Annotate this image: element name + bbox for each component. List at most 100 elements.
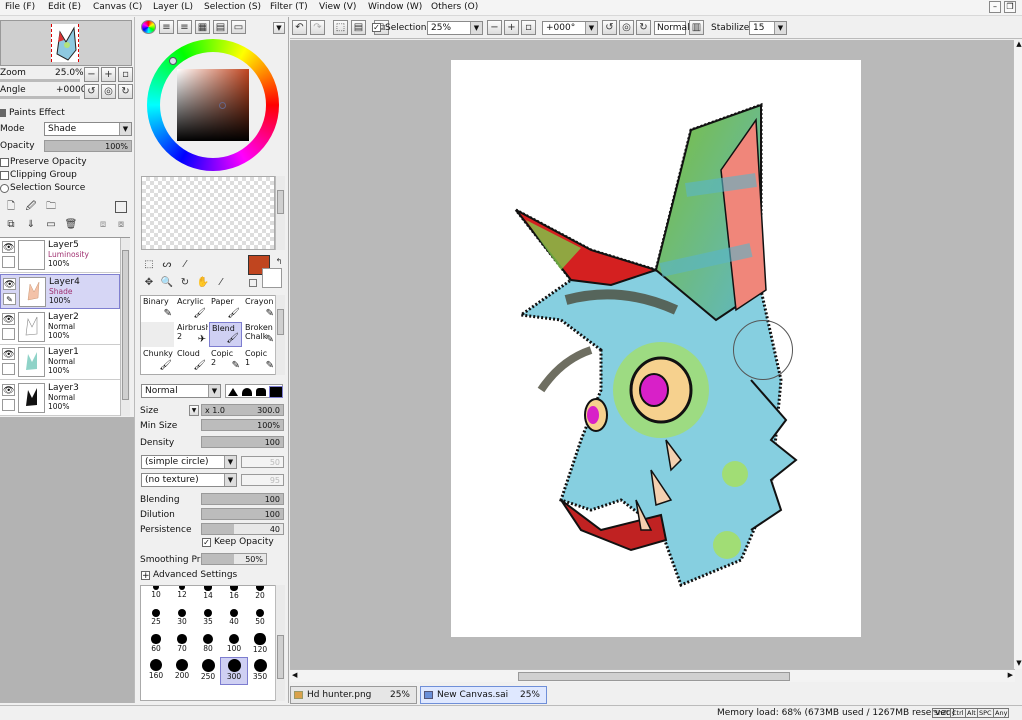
flip-canvas-icon[interactable]: ▥ [689,20,704,35]
apply-mask-icon[interactable]: ⧈ [96,218,110,232]
panel-menu-icon[interactable]: ▼ [273,22,285,34]
tab-new-canvas[interactable]: New Canvas.sai 25% [420,686,547,704]
brush-size-300[interactable]: 300 [220,657,248,685]
shape-soft-icon[interactable] [256,388,266,396]
tool-copic-1[interactable]: Copic 1 ✎ [243,348,276,373]
visibility-eye-icon[interactable]: 👁 [2,348,15,360]
swap-colors-icon[interactable]: ↰ [273,255,285,267]
brush-size-100[interactable]: 100 [221,632,247,658]
tab-hd-hunter[interactable]: Hd hunter.png 25% [290,686,417,704]
brush-size-40[interactable]: 40 [221,606,247,632]
delete-layer-icon[interactable]: 🗑 [64,218,78,232]
layer-lock-icon[interactable] [2,256,15,268]
scroll-down-icon[interactable]: ▼ [1014,659,1022,669]
toolbar-rotate-reset-icon[interactable]: ◎ [619,20,634,35]
menu-layer[interactable]: Layer (L) [153,2,193,12]
canvas-horizontal-scrollbar[interactable]: ◀ ▶ [290,669,1015,682]
scroll-right-icon[interactable]: ▶ [1008,671,1013,679]
blending-slider[interactable]: 100 [201,493,284,505]
invert-selection-icon[interactable]: ▤ [351,20,366,35]
menu-window[interactable]: Window (W) [368,2,422,12]
shape-flat-icon[interactable] [269,386,283,398]
horizontal-scroll-thumb[interactable] [518,672,790,681]
menu-selection[interactable]: Selection (S) [204,2,261,12]
rotate-left-icon[interactable]: ↺ [84,84,99,99]
hand-tool-icon[interactable]: ✋ [196,276,210,290]
menu-view[interactable]: View (V) [319,2,356,12]
advanced-settings-expand-icon[interactable]: + [141,571,150,581]
redo-icon[interactable]: ↷ [310,20,325,35]
tool-broken-chalk[interactable]: Broken Chalk ✎ [243,322,276,347]
new-folder-icon[interactable]: 🗀 [44,200,58,214]
lasso-icon[interactable]: ᔕ [160,258,174,272]
scroll-left-icon[interactable]: ◀ [292,671,297,679]
color-wheel[interactable] [147,39,279,171]
brush-size-20[interactable]: 20 [247,586,273,606]
angle-slider[interactable] [0,96,80,99]
tool-copic-2[interactable]: Copic 2 ✎ [209,348,242,373]
visibility-eye-icon[interactable]: 👁 [2,313,15,325]
brush-size-250[interactable]: 250 [195,658,221,684]
brush-size-70[interactable]: 70 [169,632,195,658]
hsv-slider-icon[interactable]: ≡ [177,20,192,34]
restore-icon[interactable]: ❐ [1004,1,1016,13]
zoom-in-icon[interactable]: + [101,67,116,82]
smoothing-slider[interactable]: 50% [201,553,267,565]
brush-size-120[interactable]: 120 [247,632,273,658]
tool-chunky[interactable]: Chunky 🖌 [141,348,174,373]
toolbar-rotate-left-icon[interactable]: ↺ [602,20,617,35]
collapse-icon[interactable] [0,109,6,117]
navigator-viewport[interactable] [51,24,79,62]
brush-size-30[interactable]: 30 [169,606,195,632]
menu-edit[interactable]: Edit (E) [48,2,81,12]
tool-binary[interactable]: Binary ✎ [141,296,174,321]
visibility-eye-icon[interactable]: 👁 [2,241,15,253]
size-slider[interactable]: x 1.0 300.0 [201,404,284,416]
visibility-eye-icon[interactable]: 👁 [3,278,16,290]
tool-crayon[interactable]: Crayon ✎ [243,296,276,321]
zoom-reset-icon[interactable]: ▫ [118,67,133,82]
deselect-icon[interactable]: ⬚ [333,20,348,35]
tool-cloud[interactable]: Cloud 🖌 [175,348,208,373]
keep-opacity-checkbox[interactable]: ✓ [202,538,211,547]
zoom-select[interactable]: 25% ▼ [427,21,483,35]
hue-picker-icon[interactable] [169,57,177,65]
visibility-eye-icon[interactable]: 👁 [2,384,15,396]
layer-row-layer4[interactable]: 👁 ✎ Layer4 Shade 100% [0,274,120,309]
shape-round-icon[interactable] [242,388,252,396]
color-palette-icon[interactable]: ▦ [195,20,210,34]
selection-checkbox[interactable]: ✓ [372,23,381,32]
scroll-up-icon[interactable]: ▲ [1014,40,1022,50]
shape-sharp-icon[interactable] [228,388,238,396]
clipping-group-checkbox[interactable] [0,171,9,180]
layer-row-layer1[interactable]: 👁 Layer1 Normal 100% [0,345,120,380]
selection-source-checkbox[interactable] [0,184,9,193]
layer-mode-select[interactable]: Shade ▼ [44,122,132,136]
move-icon[interactable]: ✥ [142,276,156,290]
rotate-tool-icon[interactable]: ↻ [178,276,192,290]
menu-others[interactable]: Others (O) [431,2,478,12]
brush-texture-select[interactable]: (no texture) ▼ [141,473,237,487]
new-layer-icon[interactable]: 🗋 [4,200,18,214]
angle-select[interactable]: +000° ▼ [542,21,598,35]
clear-layer-icon[interactable]: ▭ [44,218,58,232]
canvas-vertical-scrollbar[interactable]: ▲ ▼ [1013,40,1022,669]
preserve-opacity-checkbox[interactable] [0,158,9,167]
brush-size-14[interactable]: 14 [195,586,221,606]
sv-picker-icon[interactable] [219,102,226,109]
brush-size-60[interactable]: 60 [143,632,169,658]
eyedropper-icon[interactable]: ⁄ [214,276,228,290]
brush-size-200[interactable]: 200 [169,658,195,684]
menu-filter[interactable]: Filter (T) [270,2,308,12]
minimize-icon[interactable]: – [989,1,1001,13]
canvas-viewport[interactable] [290,40,1015,669]
layer-row-layer2[interactable]: 👁 Layer2 Normal 100% [0,310,120,345]
size-multiplier-dropdown-icon[interactable]: ▼ [189,405,199,416]
navigator-preview[interactable] [0,20,132,66]
layer-lock-icon[interactable] [2,399,15,411]
toolbar-zoom-out-icon[interactable]: − [487,20,502,35]
layer-lock-icon[interactable] [2,363,15,375]
menu-canvas[interactable]: Canvas (C) [93,2,142,12]
persistence-slider[interactable]: 40 [201,523,284,535]
view-mode-select[interactable]: Normal [654,21,690,35]
